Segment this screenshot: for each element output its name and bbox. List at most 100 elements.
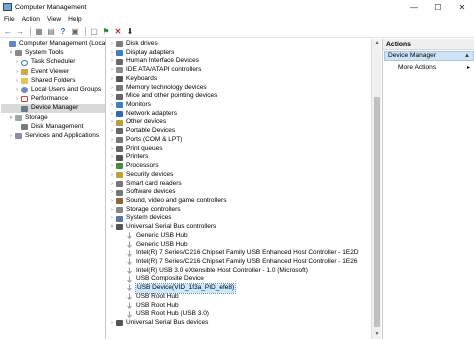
menu-view[interactable]: View: [47, 16, 61, 23]
properties-icon[interactable]: ▤: [46, 27, 56, 37]
tree-item[interactable]: › Local Users and Groups: [1, 86, 105, 95]
device-category[interactable]: › Monitors: [108, 101, 151, 110]
collapsed-chevron-icon[interactable]: ›: [13, 95, 21, 104]
tree-item[interactable]: ˅ Storage: [1, 114, 105, 123]
collapsed-chevron-icon[interactable]: ›: [108, 162, 116, 171]
collapsed-chevron-icon[interactable]: ›: [108, 75, 116, 84]
device-item[interactable]: ⏚ USB Root Hub: [118, 302, 179, 311]
scan-hardware-icon[interactable]: ▢: [89, 27, 99, 37]
tree-item[interactable]: Computer Management (Local: [1, 40, 105, 49]
menu-file[interactable]: File: [4, 16, 15, 23]
collapsed-chevron-icon[interactable]: ›: [13, 58, 21, 67]
device-category[interactable]: › System devices: [108, 214, 172, 223]
tree-item[interactable]: › Performance: [1, 95, 105, 104]
forward-arrow-icon[interactable]: →: [15, 27, 25, 37]
device-category[interactable]: › Universal Serial Bus devices: [108, 319, 208, 328]
collapsed-chevron-icon[interactable]: ›: [108, 206, 116, 215]
device-label: Other devices: [126, 118, 167, 126]
device-category[interactable]: › Human Interface Devices: [108, 57, 199, 66]
collapsed-chevron-icon[interactable]: ›: [108, 153, 116, 162]
maximize-button[interactable]: ☐: [426, 0, 450, 14]
back-arrow-icon[interactable]: ←: [3, 27, 13, 37]
device-category[interactable]: › Storage controllers: [108, 206, 181, 215]
collapsed-chevron-icon[interactable]: ›: [108, 92, 116, 101]
device-item[interactable]: ⏚ Generic USB Hub: [118, 232, 188, 241]
disable-device-icon[interactable]: ⬇: [125, 27, 135, 37]
minimize-button[interactable]: —: [402, 0, 426, 14]
device-category[interactable]: › Security devices: [108, 171, 173, 180]
tree-item[interactable]: › Shared Folders: [1, 77, 105, 86]
device-category[interactable]: › Portable Devices: [108, 127, 175, 136]
collapsed-chevron-icon[interactable]: ›: [108, 214, 116, 223]
collapsed-chevron-icon[interactable]: ›: [108, 110, 116, 119]
device-category[interactable]: › Keyboards: [108, 75, 157, 84]
device-category[interactable]: › Ports (COM & LPT): [108, 136, 182, 145]
device-category[interactable]: › IDE ATA/ATAPI controllers: [108, 66, 201, 75]
help-icon[interactable]: ?: [58, 27, 68, 37]
collapsed-chevron-icon[interactable]: ›: [7, 132, 15, 141]
vertical-scrollbar[interactable]: ▲ ▼: [371, 39, 381, 339]
collapsed-chevron-icon[interactable]: ›: [13, 77, 21, 86]
device-item[interactable]: ⏚ USB Composite Device: [118, 275, 204, 284]
device-category[interactable]: › Disk drives: [108, 40, 158, 49]
uninstall-device-icon[interactable]: ✕: [113, 27, 123, 37]
device-category[interactable]: › Network adapters: [108, 110, 177, 119]
collapse-up-icon[interactable]: ▲: [464, 52, 470, 60]
device-category[interactable]: › Processors: [108, 162, 159, 171]
device-category[interactable]: › Sound, video and game controllers: [108, 197, 226, 206]
scroll-down-icon[interactable]: ▼: [372, 330, 382, 339]
collapsed-chevron-icon[interactable]: ›: [108, 136, 116, 145]
device-category[interactable]: › Display adapters: [108, 49, 174, 58]
device-item[interactable]: ⏚ USB Root Hub: [118, 293, 179, 302]
collapsed-chevron-icon[interactable]: ›: [108, 127, 116, 136]
device-category[interactable]: ˅ Universal Serial Bus controllers: [108, 223, 216, 232]
device-category[interactable]: › Printers: [108, 153, 148, 162]
device-category[interactable]: › Smart card readers: [108, 180, 182, 189]
expanded-chevron-icon[interactable]: ˅: [7, 49, 15, 58]
device-item[interactable]: ⏚ Intel(R) USB 3.0 eXtensible Host Contro…: [118, 267, 308, 276]
device-category[interactable]: › Other devices: [108, 118, 166, 127]
device-category[interactable]: › Mice and other pointing devices: [108, 92, 217, 101]
collapsed-chevron-icon[interactable]: ›: [108, 145, 116, 154]
collapsed-chevron-icon[interactable]: ›: [108, 171, 116, 180]
tree-item[interactable]: › Task Scheduler: [1, 58, 105, 67]
collapsed-chevron-icon[interactable]: ›: [108, 319, 116, 328]
collapsed-chevron-icon[interactable]: ›: [108, 57, 116, 66]
scrollbar-thumb[interactable]: [374, 97, 380, 327]
collapsed-chevron-icon[interactable]: ›: [13, 86, 21, 95]
tree-item[interactable]: › Event Viewer: [1, 68, 105, 77]
actions-device-manager[interactable]: Device Manager ▲: [384, 51, 474, 61]
show-hide-tree-icon[interactable]: ▦: [34, 27, 44, 37]
collapsed-chevron-icon[interactable]: ›: [108, 101, 116, 110]
device-category[interactable]: › Print queues: [108, 145, 163, 154]
device-category[interactable]: › Software devices: [108, 188, 176, 197]
device-category[interactable]: › Memory technology devices: [108, 84, 207, 93]
collapsed-chevron-icon[interactable]: ›: [108, 118, 116, 127]
more-actions-link[interactable]: More Actions: [398, 63, 436, 73]
collapsed-chevron-icon[interactable]: ›: [108, 180, 116, 189]
collapsed-chevron-icon[interactable]: ›: [108, 66, 116, 75]
tree-item[interactable]: Disk Management: [1, 123, 105, 132]
expanded-chevron-icon[interactable]: ˅: [108, 223, 116, 232]
collapsed-chevron-icon[interactable]: ›: [108, 188, 116, 197]
collapsed-chevron-icon[interactable]: ›: [108, 197, 116, 206]
expanded-chevron-icon[interactable]: ˅: [7, 114, 15, 123]
scroll-up-icon[interactable]: ▲: [372, 39, 382, 48]
collapsed-chevron-icon[interactable]: ›: [108, 40, 116, 49]
menu-help[interactable]: Help: [68, 16, 82, 23]
device-item[interactable]: ⏚ Generic USB Hub: [118, 241, 188, 250]
close-button[interactable]: ✕: [450, 0, 474, 14]
device-item[interactable]: ⏚ USB Device(VID_1f3a_PID_efe8): [118, 283, 237, 294]
menu-action[interactable]: Action: [22, 16, 40, 23]
device-item[interactable]: ⏚ Intel(R) 7 Series/C216 Chipset Family U…: [118, 249, 359, 258]
device-item[interactable]: ⏚ USB Root Hub (USB 3.0): [118, 310, 209, 319]
collapsed-chevron-icon[interactable]: ›: [108, 49, 116, 58]
tree-item[interactable]: Device Manager: [1, 104, 105, 113]
device-item[interactable]: ⏚ Intel(R) 7 Series/C216 Chipset Family U…: [118, 258, 357, 267]
update-driver-icon[interactable]: ⚑: [101, 27, 111, 37]
collapsed-chevron-icon[interactable]: ›: [108, 84, 116, 93]
collapsed-chevron-icon[interactable]: ›: [13, 68, 21, 77]
show-device-icon[interactable]: ▣: [70, 27, 80, 37]
tree-item[interactable]: ˅ System Tools: [1, 49, 105, 58]
tree-item[interactable]: › Services and Applications: [1, 132, 105, 141]
